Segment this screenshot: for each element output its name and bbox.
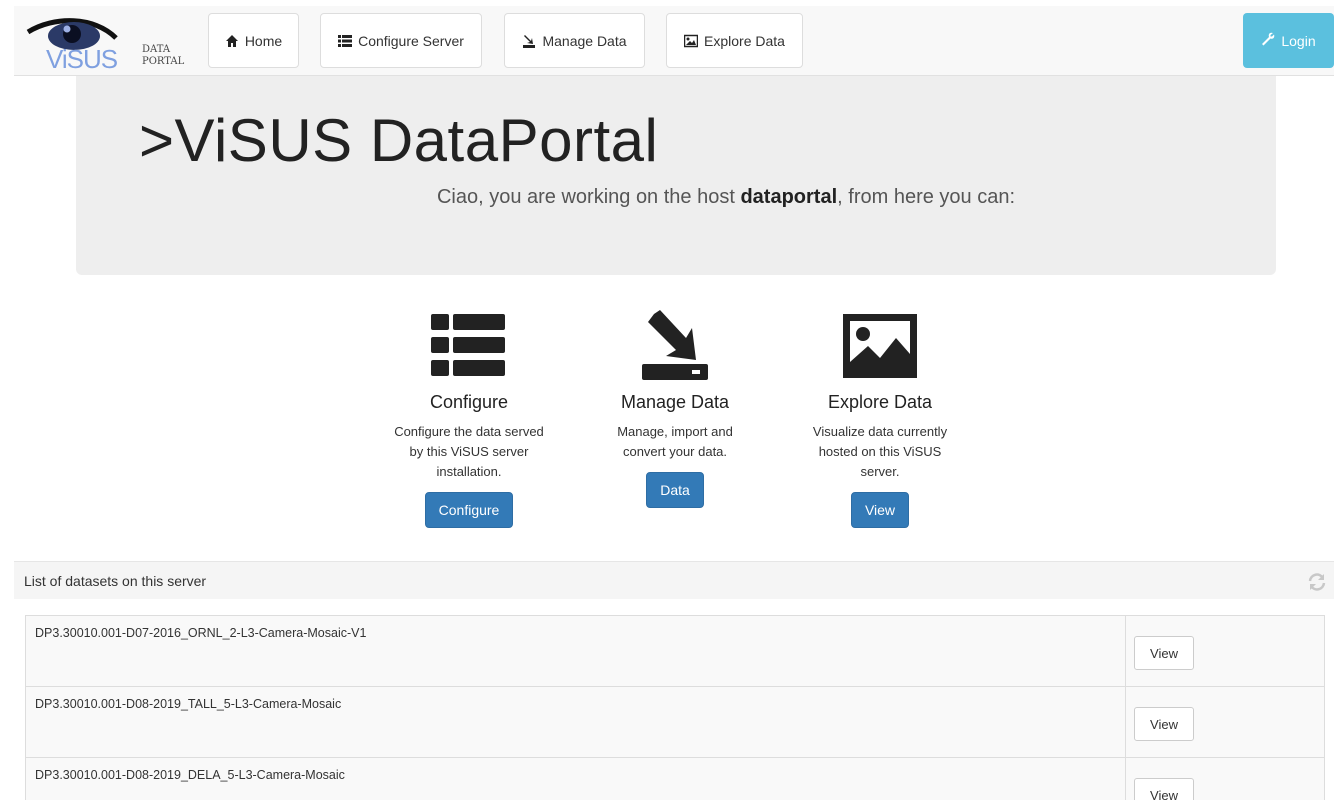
feature-configure-title: Configure bbox=[429, 392, 509, 412]
datasets-panel-header: List of datasets on this server bbox=[14, 561, 1334, 599]
column-divider bbox=[1125, 687, 1126, 757]
logo-text: ViSUS bbox=[46, 44, 118, 70]
jumbotron: >ViSUS DataPortal Ciao, you are working … bbox=[76, 76, 1276, 275]
column-divider bbox=[1125, 616, 1126, 686]
nav-explore-data-button[interactable]: Explore Data bbox=[666, 13, 803, 68]
column-divider bbox=[1125, 758, 1126, 800]
host-name: dataportal bbox=[740, 186, 838, 208]
picture-icon bbox=[684, 34, 699, 48]
list-icon bbox=[338, 34, 353, 48]
logo-sub2: PORTAL bbox=[142, 56, 185, 67]
datasets-panel-title: List of datasets on this server bbox=[24, 573, 207, 589]
feature-configure: Configure Configure the data served by t… bbox=[374, 310, 564, 528]
page-title: >ViSUS DataPortal bbox=[139, 107, 659, 174]
visus-logo[interactable]: ViSUS DATA PORTAL bbox=[24, 14, 194, 74]
view-dataset-button[interactable]: View bbox=[1134, 636, 1194, 670]
dataset-name: DP3.30010.001-D07-2016_ORNL_2-L3-Camera-… bbox=[35, 626, 367, 640]
nav-configure-server-label: Configure Server bbox=[358, 32, 464, 49]
feature-manage-data: Manage Data Manage, import and convert y… bbox=[590, 310, 760, 508]
nav-configure-server-button[interactable]: Configure Server bbox=[320, 13, 482, 68]
nav-home-button[interactable]: Home bbox=[208, 13, 299, 68]
dataset-name: DP3.30010.001-D08-2019_DELA_5-L3-Camera-… bbox=[35, 768, 345, 782]
welcome-text: Ciao, you are working on the host datapo… bbox=[76, 186, 1276, 209]
nav-manage-data-label: Manage Data bbox=[542, 32, 627, 49]
welcome-suffix: , from here you can: bbox=[837, 186, 1016, 208]
feature-manage-data-title: Manage Data bbox=[620, 392, 730, 412]
logo-sub1: DATA bbox=[142, 44, 171, 55]
view-dataset-button[interactable]: View bbox=[1134, 707, 1194, 741]
feature-explore-data: Explore Data Visualize data currently ho… bbox=[790, 310, 970, 528]
import-icon bbox=[522, 34, 536, 48]
home-icon bbox=[225, 34, 239, 48]
welcome-prefix: Ciao, you are working on the host bbox=[436, 186, 741, 208]
view-dataset-button[interactable]: View bbox=[1134, 778, 1194, 800]
navbar: ViSUS DATA PORTAL Home Configure Server bbox=[14, 6, 1334, 76]
list-icon bbox=[431, 314, 505, 376]
feature-explore-data-title: Explore Data bbox=[827, 392, 933, 412]
dataset-name: DP3.30010.001-D08-2019_TALL_5-L3-Camera-… bbox=[35, 697, 342, 711]
nav-home-label: Home bbox=[244, 32, 283, 49]
import-icon bbox=[642, 310, 708, 380]
nav-manage-data-button[interactable]: Manage Data bbox=[504, 13, 645, 68]
picture-icon bbox=[843, 314, 917, 378]
configure-button[interactable]: Configure bbox=[424, 492, 514, 528]
feature-manage-data-desc: Manage, import and convert your data. bbox=[617, 424, 733, 459]
table-row: DP3.30010.001-D08-2019_DELA_5-L3-Camera-… bbox=[26, 758, 1324, 800]
login-button[interactable]: Login bbox=[1243, 13, 1334, 68]
data-button[interactable]: Data bbox=[646, 472, 704, 508]
feature-configure-desc: Configure the data served by this ViSUS … bbox=[394, 424, 544, 479]
login-label: Login bbox=[1281, 32, 1316, 49]
eye-logo-icon: ViSUS DATA PORTAL bbox=[26, 18, 185, 74]
refresh-icon[interactable] bbox=[1306, 571, 1328, 593]
datasets-table: DP3.30010.001-D07-2016_ORNL_2-L3-Camera-… bbox=[25, 615, 1325, 800]
table-row: DP3.30010.001-D08-2019_TALL_5-L3-Camera-… bbox=[26, 687, 1324, 758]
feature-explore-data-desc: Visualize data currently hosted on this … bbox=[812, 424, 948, 479]
table-row: DP3.30010.001-D07-2016_ORNL_2-L3-Camera-… bbox=[26, 616, 1324, 687]
wrench-icon bbox=[1261, 32, 1275, 49]
nav-explore-data-label: Explore Data bbox=[704, 32, 785, 49]
view-explore-button[interactable]: View bbox=[850, 492, 910, 528]
